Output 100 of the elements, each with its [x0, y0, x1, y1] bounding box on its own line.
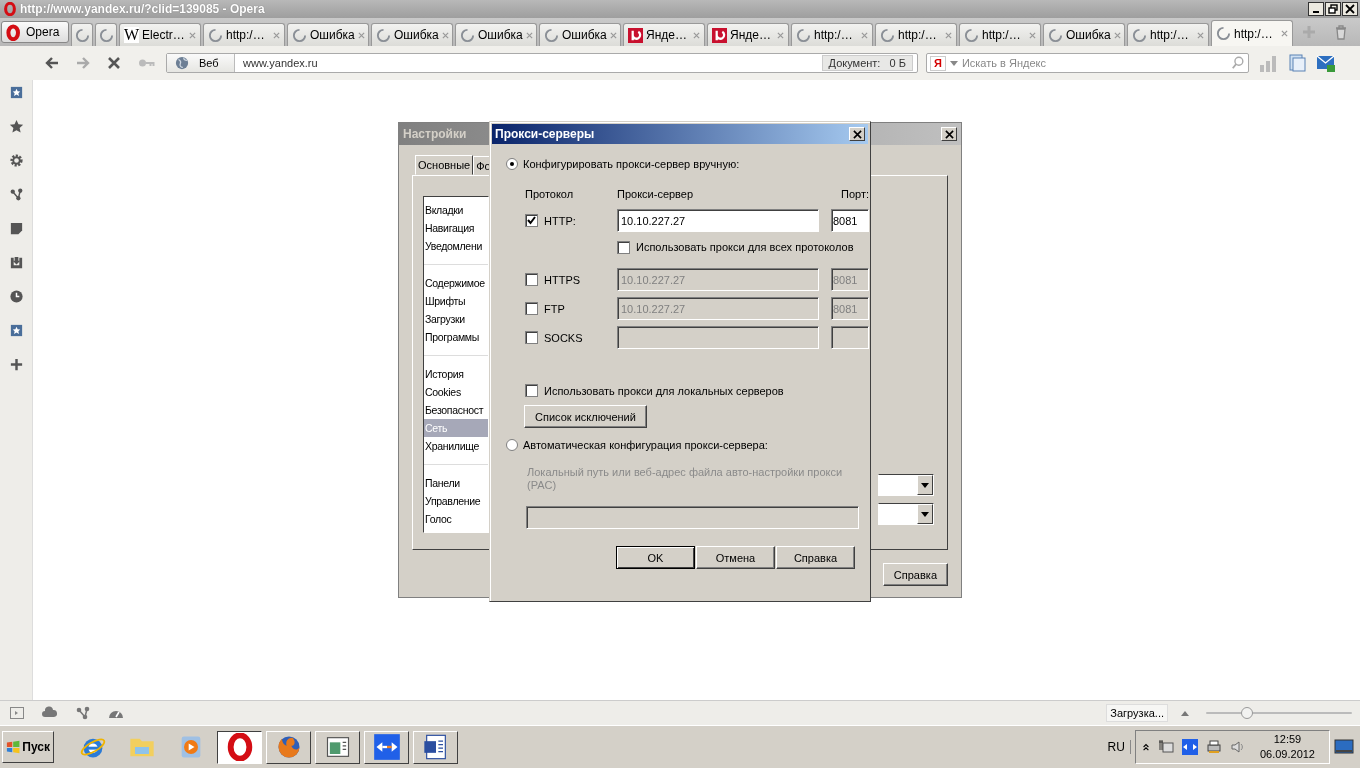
- stop-icon[interactable]: [106, 55, 122, 71]
- dialog-button[interactable]: Справка: [776, 546, 855, 569]
- browser-tab[interactable]: Ошибка: [371, 23, 453, 46]
- document-size-label: Документ: 0 Б: [821, 55, 913, 71]
- settings-tab[interactable]: Основные: [415, 155, 474, 175]
- category-item[interactable]: Вкладки: [424, 201, 488, 219]
- favicon: W: [124, 27, 140, 43]
- tab-title: Янде…: [730, 28, 772, 42]
- radio-label: Автоматическая конфигурация прокси-сервера:: [523, 439, 768, 451]
- browser-tab[interactable]: http:/…: [959, 23, 1041, 46]
- radio-label: Конфигурировать прокси-сервер вручную:: [523, 158, 740, 170]
- browser-tab[interactable]: http:/…: [1211, 20, 1293, 46]
- opera-logo-icon: [6, 23, 22, 41]
- category-item[interactable]: История: [424, 365, 488, 383]
- dialog-button[interactable]: Отмена: [696, 546, 775, 569]
- download-icon[interactable]: [8, 255, 24, 270]
- port-field[interactable]: 8081: [831, 209, 869, 232]
- checkbox[interactable]: [525, 384, 538, 397]
- close-button[interactable]: [1342, 2, 1358, 16]
- clock-time: 12:59: [1273, 732, 1302, 747]
- close-tab-icon[interactable]: [1281, 30, 1288, 37]
- category-item[interactable]: Панели: [424, 474, 488, 492]
- category-item[interactable]: Загрузки: [424, 310, 488, 328]
- network-icon[interactable]: [1157, 739, 1174, 755]
- close-icon: [1345, 4, 1355, 14]
- dialog-button[interactable]: OK: [616, 546, 695, 569]
- checkbox[interactable]: [617, 240, 630, 254]
- clock-icon[interactable]: [8, 289, 24, 304]
- search-field[interactable]: Я Искать в Яндекс: [926, 53, 1249, 73]
- globe-icon: [175, 56, 189, 70]
- dialog-title: Прокси-серверы: [495, 127, 595, 141]
- plus-icon[interactable]: [8, 357, 24, 372]
- minimize-button[interactable]: [1308, 2, 1324, 16]
- proxy-server-field[interactable]: 10.10.227.27: [617, 209, 819, 232]
- exceptions-button[interactable]: Список исключений: [524, 405, 647, 428]
- category-item[interactable]: Шрифты: [424, 292, 488, 310]
- caret-icon[interactable]: [1181, 710, 1189, 716]
- panel-icon[interactable]: [8, 85, 24, 100]
- browser-tab[interactable]: http:/…: [1127, 23, 1209, 46]
- zoom-slider[interactable]: [1206, 706, 1352, 720]
- favicon-icon: [712, 27, 727, 43]
- star-icon[interactable]: [8, 119, 24, 134]
- browser-tab[interactable]: http:/…: [791, 23, 873, 46]
- help-button[interactable]: Справка: [882, 563, 948, 586]
- checkbox-label: Использовать прокси для всех протоколов: [636, 241, 854, 253]
- panel-toggle-icon[interactable]: [9, 705, 25, 721]
- speaker-icon[interactable]: [1229, 739, 1246, 755]
- protocol-label: FTP: [544, 302, 565, 315]
- protocol-label: HTTPS: [544, 273, 581, 286]
- category-item[interactable]: Уведомлени: [424, 237, 488, 255]
- show-desktop-icon[interactable]: [1334, 739, 1354, 755]
- scope-button[interactable]: Веб: [167, 54, 235, 72]
- caret-icon[interactable]: [949, 60, 958, 66]
- browser-tab[interactable]: [95, 23, 117, 46]
- checkbox[interactable]: [525, 214, 538, 227]
- category-item[interactable]: Хранилище: [424, 437, 488, 455]
- browser-tab[interactable]: http:/…: [203, 23, 285, 46]
- mail-icon[interactable]: [1316, 53, 1336, 73]
- browser-tab[interactable]: [71, 23, 93, 46]
- radio-button[interactable]: [506, 439, 518, 451]
- taskbar-app[interactable]: [217, 730, 262, 764]
- opera-menu-button[interactable]: Opera: [1, 21, 69, 43]
- category-item[interactable]: Безопасност: [424, 401, 488, 419]
- share-icon[interactable]: [8, 187, 24, 202]
- window-title: http://www.yandex.ru/?clid=139085 - Opera: [20, 2, 265, 16]
- category-item[interactable]: Голос: [424, 510, 488, 528]
- browser-tab[interactable]: Янде…: [707, 23, 789, 46]
- category-item[interactable]: Навигация: [424, 219, 488, 237]
- browser-tab[interactable]: Янде…: [623, 23, 705, 46]
- radio-button[interactable]: [506, 158, 518, 170]
- browser-tab[interactable]: Ошибка: [539, 23, 621, 46]
- browser-tab[interactable]: W Electr…: [119, 23, 201, 46]
- loading-icon: [208, 27, 223, 43]
- language-indicator[interactable]: RU: [1102, 740, 1131, 754]
- category-item[interactable]: Cookies: [424, 383, 488, 401]
- tab-title: Ошибка: [394, 28, 439, 42]
- panel-icon[interactable]: [8, 323, 24, 338]
- category-item[interactable]: Управление: [424, 492, 488, 510]
- browser-tab[interactable]: http:/…: [875, 23, 957, 46]
- share-icon[interactable]: [75, 705, 91, 721]
- start-button[interactable]: Пуск: [2, 731, 54, 763]
- address-field[interactable]: Веб www.yandex.ru Документ: 0 Б: [166, 53, 918, 73]
- browser-tab[interactable]: Ошибка: [287, 23, 369, 46]
- arrows-icon[interactable]: [1181, 739, 1198, 755]
- category-item[interactable]: Содержимое: [424, 274, 488, 292]
- browser-tab[interactable]: Ошибка: [455, 23, 537, 46]
- dropdown[interactable]: [878, 503, 934, 525]
- gear-icon[interactable]: [8, 153, 24, 168]
- search-engine-badge[interactable]: Я: [930, 55, 946, 71]
- note-icon[interactable]: [8, 221, 24, 236]
- browser-tab[interactable]: Ошибка: [1043, 23, 1125, 46]
- back-icon[interactable]: [44, 55, 60, 71]
- printer-icon[interactable]: [1205, 739, 1222, 755]
- restore-button[interactable]: [1325, 2, 1341, 16]
- windows-flag-icon: [6, 740, 21, 754]
- tab-title: http:/…: [226, 28, 266, 42]
- opera-icon: [225, 733, 254, 761]
- category-item[interactable]: Программы: [424, 328, 488, 346]
- dropdown[interactable]: [878, 474, 934, 496]
- tab-title: http:/…: [1234, 26, 1274, 41]
